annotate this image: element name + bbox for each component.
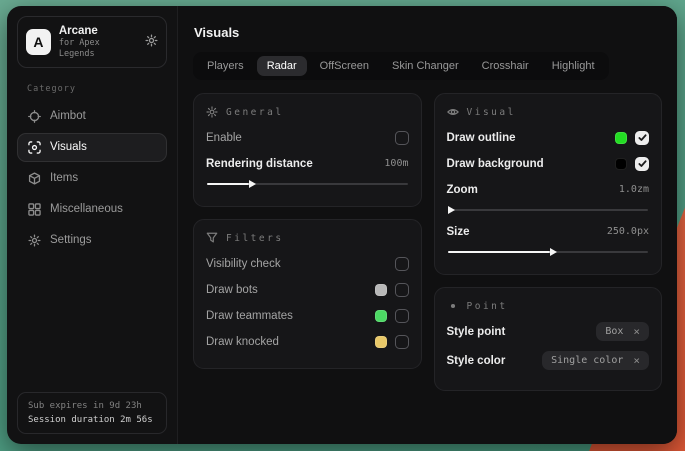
- draw-background-color-swatch[interactable]: [615, 158, 627, 170]
- draw-bots-label: Draw bots: [206, 284, 258, 296]
- gear-icon: [28, 234, 41, 247]
- zoom-value: 1.0zm: [619, 184, 649, 195]
- gear-icon: [206, 106, 218, 118]
- style-color-row: Style color Single color ×: [447, 350, 650, 371]
- draw-teammates-color-swatch[interactable]: [375, 310, 387, 322]
- crosshair-icon: [28, 110, 41, 123]
- style-color-select[interactable]: Single color ×: [542, 351, 649, 370]
- panel-title: Point: [467, 301, 508, 312]
- panel-title: Visual: [467, 107, 516, 118]
- rendering-distance-label: Rendering distance: [206, 158, 313, 170]
- brand-subtitle: for Apex Legends: [59, 38, 137, 59]
- draw-background-checkbox[interactable]: [635, 157, 649, 171]
- sidebar-item-label: Items: [50, 172, 78, 184]
- brand-logo: A: [26, 29, 51, 55]
- sidebar-item-miscellaneous[interactable]: Miscellaneous: [17, 195, 167, 224]
- sidebar-item-items[interactable]: Items: [17, 164, 167, 193]
- main-content: Visuals Players Radar OffScreen Skin Cha…: [178, 6, 677, 444]
- tab-offscreen[interactable]: OffScreen: [310, 56, 379, 76]
- draw-background-row: Draw background: [447, 153, 650, 174]
- panel-title: General: [226, 107, 284, 118]
- size-slider[interactable]: [448, 247, 649, 256]
- draw-bots-row: Draw bots: [206, 279, 409, 300]
- filter-icon: [206, 232, 218, 244]
- point-panel: Point Style point Box × Style color Sing…: [434, 287, 663, 391]
- style-color-label: Style color: [447, 355, 506, 367]
- zoom-label: Zoom: [447, 184, 478, 196]
- enable-checkbox[interactable]: [395, 131, 409, 145]
- sidebar-item-visuals[interactable]: Visuals: [17, 133, 167, 162]
- sidebar-item-aimbot[interactable]: Aimbot: [17, 102, 167, 131]
- enable-label: Enable: [206, 132, 242, 144]
- draw-teammates-label: Draw teammates: [206, 310, 293, 322]
- style-color-value: Single color: [551, 355, 623, 366]
- tab-radar[interactable]: Radar: [257, 56, 307, 76]
- sidebar-item-settings[interactable]: Settings: [17, 226, 167, 255]
- visibility-check-row: Visibility check: [206, 253, 409, 274]
- draw-teammates-checkbox[interactable]: [395, 309, 409, 323]
- draw-background-label: Draw background: [447, 158, 544, 170]
- draw-outline-checkbox[interactable]: [635, 131, 649, 145]
- panel-title: Filters: [226, 233, 284, 244]
- draw-teammates-row: Draw teammates: [206, 305, 409, 326]
- size-value: 250.0px: [607, 226, 649, 237]
- zoom-slider[interactable]: [448, 205, 649, 214]
- general-panel: General Enable Rendering distance 100m: [193, 93, 422, 207]
- category-label: Category: [27, 84, 157, 94]
- sidebar-item-label: Aimbot: [50, 110, 86, 122]
- filters-panel: Filters Visibility check Draw bots: [193, 219, 422, 369]
- draw-outline-label: Draw outline: [447, 132, 516, 144]
- rendering-distance-slider[interactable]: [207, 179, 408, 188]
- size-row: Size 250.0px: [447, 221, 650, 242]
- page-title: Visuals: [194, 25, 661, 40]
- size-label: Size: [447, 226, 470, 238]
- tab-players[interactable]: Players: [197, 56, 254, 76]
- enable-row: Enable: [206, 127, 409, 148]
- draw-outline-row: Draw outline: [447, 127, 650, 148]
- draw-knocked-checkbox[interactable]: [395, 335, 409, 349]
- draw-outline-color-swatch[interactable]: [615, 132, 627, 144]
- brand-name: Arcane: [59, 24, 137, 38]
- zoom-row: Zoom 1.0zm: [447, 179, 650, 200]
- sidebar-item-label: Miscellaneous: [50, 203, 123, 215]
- draw-bots-color-swatch[interactable]: [375, 284, 387, 296]
- style-point-value: Box: [605, 326, 623, 337]
- visibility-check-checkbox[interactable]: [395, 257, 409, 271]
- brand-card: A Arcane for Apex Legends: [17, 16, 167, 68]
- session-card: Sub expires in 9d 23h Session duration 2…: [17, 392, 167, 434]
- draw-knocked-label: Draw knocked: [206, 336, 279, 348]
- app-window: A Arcane for Apex Legends Category: [7, 6, 677, 444]
- clear-icon[interactable]: ×: [633, 326, 640, 337]
- eye-scan-icon: [28, 141, 41, 154]
- style-point-row: Style point Box ×: [447, 321, 650, 342]
- tab-crosshair[interactable]: Crosshair: [472, 56, 539, 76]
- session-duration-text: Session duration 2m 56s: [28, 415, 156, 425]
- eye-icon: [447, 106, 459, 118]
- style-point-label: Style point: [447, 326, 506, 338]
- draw-knocked-row: Draw knocked: [206, 331, 409, 352]
- tab-bar: Players Radar OffScreen Skin Changer Cro…: [193, 52, 609, 80]
- sidebar-nav: Aimbot Visuals Items: [17, 102, 167, 255]
- draw-knocked-color-swatch[interactable]: [375, 336, 387, 348]
- point-icon: [447, 300, 459, 312]
- sub-expiry-text: Sub expires in 9d 23h: [28, 401, 156, 411]
- sidebar-item-label: Visuals: [50, 141, 87, 153]
- style-point-select[interactable]: Box ×: [596, 322, 649, 341]
- grid-icon: [28, 203, 41, 216]
- clear-icon[interactable]: ×: [633, 355, 640, 366]
- tab-highlight[interactable]: Highlight: [542, 56, 605, 76]
- visual-panel: Visual Draw outline Draw background: [434, 93, 663, 275]
- sidebar-item-label: Settings: [50, 234, 92, 246]
- tab-skin-changer[interactable]: Skin Changer: [382, 56, 469, 76]
- sidebar: A Arcane for Apex Legends Category: [7, 6, 178, 444]
- box-icon: [28, 172, 41, 185]
- visibility-check-label: Visibility check: [206, 258, 281, 270]
- rendering-distance-row: Rendering distance 100m: [206, 153, 409, 174]
- rendering-distance-value: 100m: [384, 158, 408, 169]
- draw-bots-checkbox[interactable]: [395, 283, 409, 297]
- gear-icon[interactable]: [145, 34, 158, 49]
